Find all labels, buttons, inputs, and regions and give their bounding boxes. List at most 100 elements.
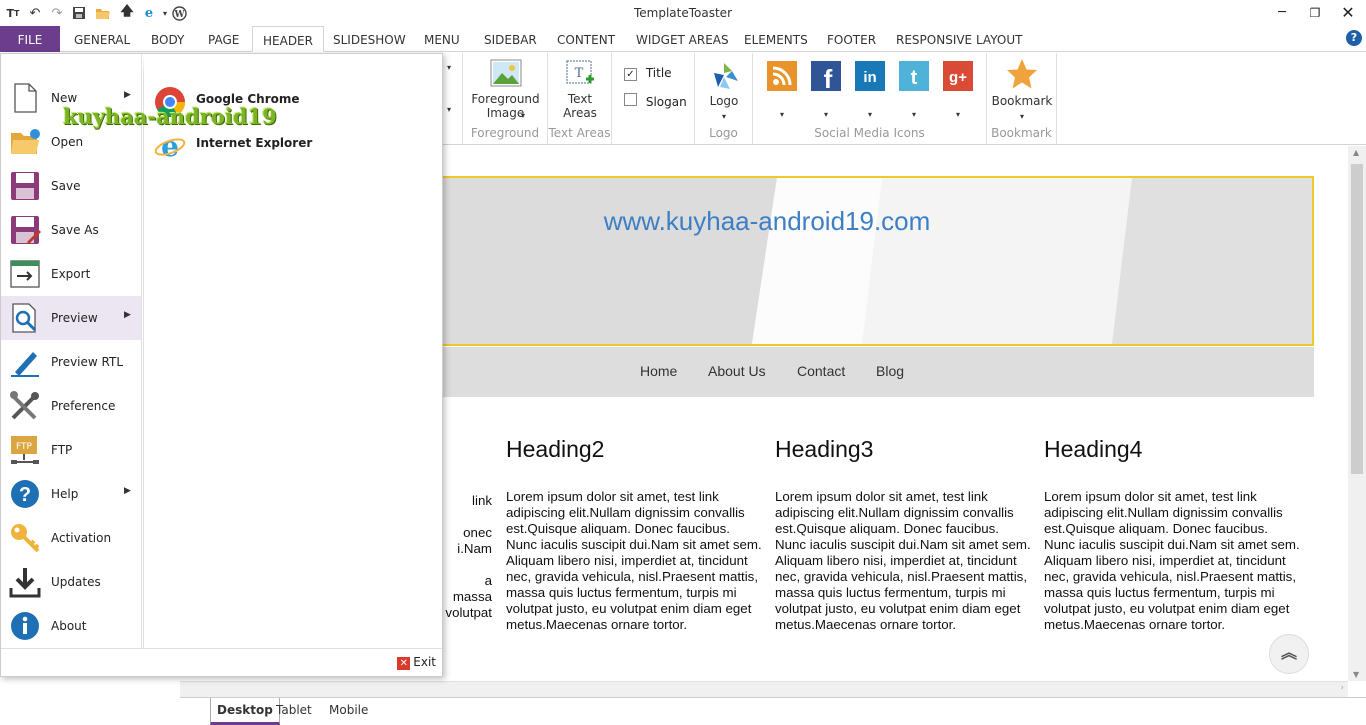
export-icon bbox=[10, 260, 40, 288]
device-tabs: Desktop Tablet Mobile bbox=[180, 697, 1366, 725]
help-icon[interactable]: ? bbox=[1346, 30, 1362, 46]
ribbon-group-foreground: Foreground Image ▾ Foreground bbox=[463, 53, 548, 145]
content-column[interactable]: Heading3 Lorem ipsum dolor sit amet, tes… bbox=[775, 436, 1033, 633]
menu-item-save-as[interactable]: Save As bbox=[1, 208, 141, 252]
file-menu: New ▶ Open Save Save As Export Preview ▶… bbox=[0, 53, 443, 677]
menu-item-preference[interactable]: Preference bbox=[1, 384, 141, 428]
google-plus-button[interactable]: g+ ▾ bbox=[943, 61, 973, 122]
linkedin-icon: in bbox=[855, 61, 885, 91]
image-icon bbox=[490, 59, 521, 87]
menu-item-activation[interactable]: Activation bbox=[1, 516, 141, 560]
exit-label: Exit bbox=[413, 655, 436, 669]
tab-general[interactable]: GENERAL bbox=[74, 26, 130, 52]
column-text: Lorem ipsum dolor sit amet, test link ad… bbox=[506, 489, 762, 632]
nav-link-about[interactable]: About Us bbox=[708, 363, 766, 379]
chevron-down-icon: ▾ bbox=[721, 112, 726, 121]
foreground-image-button[interactable]: Foreground Image ▾ bbox=[463, 59, 548, 120]
column-heading: Heading2 bbox=[506, 436, 605, 462]
tumblr-button[interactable]: t ▾ bbox=[899, 61, 929, 122]
title-checkbox[interactable]: ✓ Title bbox=[624, 66, 672, 81]
menu-item-preview[interactable]: Preview ▶ bbox=[1, 296, 141, 340]
chevron-down-icon: ▾ bbox=[521, 111, 526, 120]
logo-icon bbox=[714, 63, 738, 89]
tab-sidebar[interactable]: SIDEBAR bbox=[484, 26, 537, 52]
chevron-down-icon[interactable]: ▾ bbox=[447, 105, 451, 114]
content-column[interactable]: Heading4 Lorem ipsum dolor sit amet, tes… bbox=[1044, 436, 1302, 633]
save-as-icon bbox=[11, 216, 41, 244]
menu-item-ftp[interactable]: FTP FTP bbox=[1, 428, 141, 472]
watermark-text: kuyhaa-android19 bbox=[63, 104, 277, 129]
svg-text:T: T bbox=[575, 66, 584, 81]
menu-item-label: Save As bbox=[51, 223, 99, 237]
nav-link-home[interactable]: Home bbox=[640, 363, 677, 379]
tab-tablet[interactable]: Tablet bbox=[270, 698, 318, 725]
menu-item-help[interactable]: ? Help ▶ bbox=[1, 472, 141, 516]
minimize-button[interactable]: ─ bbox=[1264, 2, 1300, 24]
menu-item-label: Open bbox=[51, 135, 84, 149]
menu-item-preview-rtl[interactable]: Preview RTL bbox=[1, 340, 141, 384]
menu-item-save[interactable]: Save bbox=[1, 164, 141, 208]
maximize-button[interactable]: ❐ bbox=[1297, 2, 1333, 24]
menu-item-export[interactable]: Export bbox=[1, 252, 141, 296]
nav-link-blog[interactable]: Blog bbox=[876, 363, 904, 379]
chevron-down-icon[interactable]: ▾ bbox=[447, 63, 451, 72]
ribbon-group-bookmark: Bookmark ▾ Bookmark bbox=[987, 53, 1057, 145]
ie-icon: e bbox=[154, 130, 186, 162]
tab-content[interactable]: CONTENT bbox=[557, 26, 615, 52]
tab-slideshow[interactable]: SLIDESHOW bbox=[333, 26, 406, 52]
facebook-icon: f bbox=[811, 61, 841, 94]
slogan-checkbox[interactable]: Slogan bbox=[624, 93, 687, 109]
horizontal-scrollbar[interactable]: › bbox=[180, 681, 1348, 697]
logo-label: Logo bbox=[709, 94, 739, 108]
menu-item-label: FTP bbox=[51, 443, 73, 457]
close-button[interactable]: ✕ bbox=[1330, 2, 1366, 24]
checkbox-box bbox=[624, 93, 637, 106]
linkedin-button[interactable]: in ▾ bbox=[855, 61, 885, 122]
tab-responsive-layout[interactable]: RESPONSIVE LAYOUT bbox=[896, 26, 1022, 52]
file-menu-list: New ▶ Open Save Save As Export Preview ▶… bbox=[1, 54, 142, 648]
text-areas-button[interactable]: T Text Areas bbox=[548, 59, 612, 120]
menu-item-about[interactable]: About bbox=[1, 604, 141, 648]
tab-footer[interactable]: FOOTER bbox=[827, 26, 876, 52]
chevron-right-icon: ▶ bbox=[124, 90, 131, 100]
menu-item-label: Save bbox=[51, 179, 81, 193]
tab-mobile[interactable]: Mobile bbox=[323, 698, 374, 725]
content-column[interactable]: Heading2 Lorem ipsum dolor sit amet, tes… bbox=[506, 436, 764, 633]
scroll-thumb[interactable] bbox=[1351, 164, 1363, 474]
tab-elements[interactable]: ELEMENTS bbox=[744, 26, 808, 52]
scroll-up-icon[interactable]: ▲ bbox=[1353, 148, 1359, 157]
tab-page[interactable]: PAGE bbox=[208, 26, 239, 52]
vertical-scrollbar[interactable]: ▲ ▼ bbox=[1348, 146, 1366, 681]
scroll-down-icon[interactable]: ▼ bbox=[1353, 670, 1359, 679]
nav-link-contact[interactable]: Contact bbox=[797, 363, 845, 379]
tab-file[interactable]: FILE bbox=[0, 26, 60, 52]
menu-item-updates[interactable]: Updates bbox=[1, 560, 141, 604]
group-label-logo: Logo bbox=[709, 126, 738, 140]
exit-button[interactable]: ✕ Exit bbox=[397, 655, 436, 670]
svg-text:g+: g+ bbox=[949, 69, 967, 86]
logo-button[interactable]: Logo ▾ bbox=[695, 61, 753, 124]
tab-body[interactable]: BODY bbox=[151, 26, 184, 52]
chevron-down-icon: ▾ bbox=[1019, 112, 1024, 121]
menu-item-label: Activation bbox=[51, 531, 112, 545]
menu-item-label: New bbox=[51, 91, 78, 105]
scroll-to-top-button[interactable]: ︽ bbox=[1269, 634, 1309, 674]
tab-widget-areas[interactable]: WIDGET AREAS bbox=[636, 26, 729, 52]
svg-text:e: e bbox=[161, 130, 179, 162]
rss-button[interactable]: ▾ bbox=[767, 61, 797, 122]
menu-tab-bar: FILE GENERAL BODY PAGE HEADER SLIDESHOW … bbox=[0, 26, 1366, 52]
tab-header[interactable]: HEADER bbox=[252, 26, 324, 52]
save-icon bbox=[11, 172, 39, 200]
menu-item-label: Preview bbox=[51, 311, 98, 325]
chevron-down-icon: ▾ bbox=[779, 110, 784, 119]
svg-text:t: t bbox=[911, 67, 918, 89]
column-heading: Heading4 bbox=[1044, 436, 1143, 462]
tab-menu[interactable]: MENU bbox=[424, 26, 460, 52]
preview-rtl-icon bbox=[11, 352, 39, 377]
slogan-checkbox-label: Slogan bbox=[645, 95, 687, 109]
bookmark-button[interactable]: Bookmark ▾ bbox=[987, 57, 1057, 124]
menu-item-label: Preference bbox=[51, 399, 116, 413]
scroll-right-icon[interactable]: › bbox=[1340, 683, 1344, 693]
facebook-button[interactable]: f ▾ bbox=[811, 61, 841, 122]
new-file-icon bbox=[14, 83, 37, 113]
